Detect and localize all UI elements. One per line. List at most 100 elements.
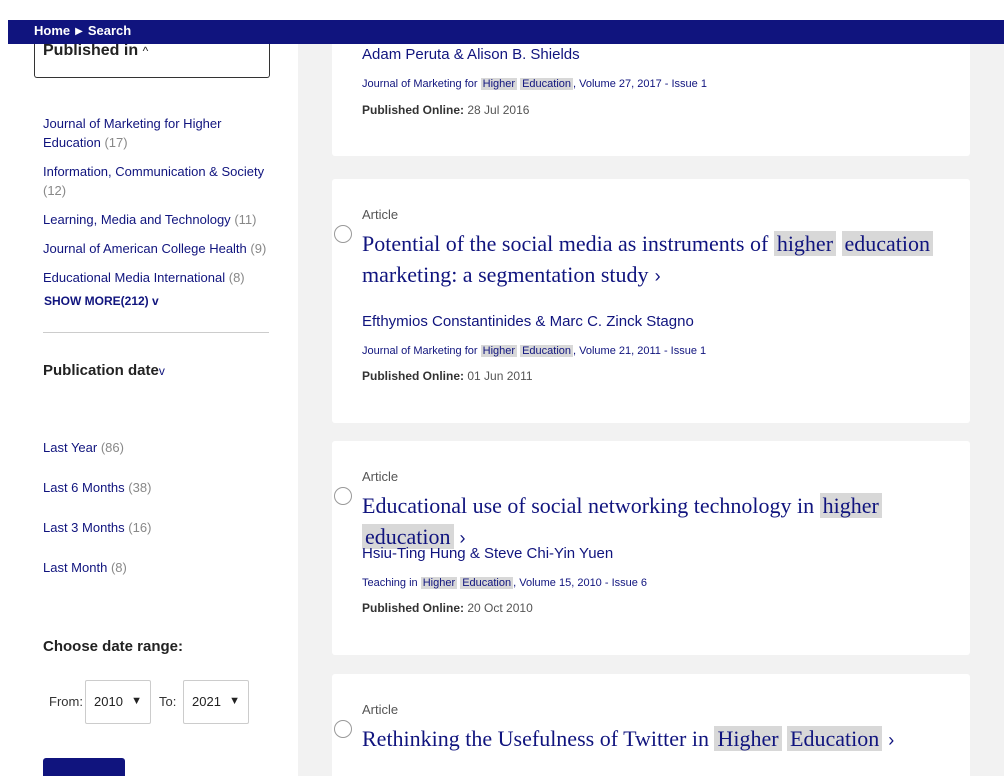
result-card: Article Educational use of social networ… [332,441,970,655]
title-highlight: Higher [714,726,782,751]
date-filter-count: (16) [128,520,152,535]
journal-name-part: Journal of Marketing for [362,78,481,90]
journal-highlight: Higher [480,345,518,357]
publication-date-heading: Publication date [43,362,159,379]
date-range-heading: Choose date range: [43,638,184,655]
select-result-radio[interactable] [334,487,352,505]
date-filter-last-3-months[interactable]: Last 3 Months (16) [43,520,151,535]
breadcrumb-current: Search [87,23,132,38]
result-title-link[interactable]: Potential of the social media as instrum… [362,228,962,292]
chevron-down-icon: ▼ [229,695,240,707]
journal-filter-count: (17) [104,135,128,150]
to-year-select[interactable]: 2021 ▼ [183,680,249,724]
journal-highlight: Education [520,78,574,90]
journal-filter-count: (11) [234,212,257,227]
result-authors[interactable]: Hsiu-Ting Hung & Steve Chi-Yin Yuen [362,545,613,562]
journal-filter-name: Journal of Marketing for Higher Educatio… [43,116,222,150]
title-highlight: higher [773,231,837,256]
date-range-controls: From: 2010 ▼ To: 2021 ▼ [43,680,283,724]
journal-filter-item[interactable]: Educational Media International (8) [43,268,273,287]
publication-date-toggle[interactable]: Publication datev [43,362,165,379]
journal-filter-count: (9) [250,241,267,256]
journal-name-part: Teaching in [362,577,421,589]
result-type: Article [362,469,399,484]
result-type: Article [362,207,399,222]
journal-filter-count: (8) [228,270,245,285]
journal-filter-item[interactable]: Journal of American College Health (9) [43,239,273,258]
date-filter-label: Last Month [43,560,108,575]
show-more-button[interactable]: SHOW MORE(212) v [44,294,159,308]
date-filter-last-month[interactable]: Last Month (8) [43,560,127,575]
breadcrumb-separator-icon: ▶ [75,26,83,37]
select-result-radio[interactable] [334,225,352,243]
journal-highlight: Education [460,577,514,589]
result-card: Article Rethinking the Usefulness of Twi… [332,674,970,776]
to-label: To: [159,694,177,709]
journal-issue: , Volume 21, 2011 - Issue 1 [573,345,707,357]
filter-sidebar: Published in ^ Journal of Marketing for … [8,40,298,776]
title-highlight: education [841,231,934,256]
title-text: Rethinking the Usefulness of Twitter in [362,726,715,751]
show-more-label: SHOW MORE(212) [44,294,149,308]
breadcrumb: Home ▶ Search [8,20,1004,44]
published-in-label: Published in [43,42,139,59]
chevron-right-icon: › [888,730,895,750]
published-date-value: 01 Jun 2011 [467,369,533,383]
search-results: Adam Peruta & Alison B. Shields Journal … [298,40,1004,776]
chevron-down-icon: ▼ [131,695,142,707]
result-journal[interactable]: Teaching in Higher Education, Volume 15,… [362,577,647,589]
result-published-date: Published Online: 28 Jul 2016 [362,103,529,117]
date-filter-label: Last 6 Months [43,480,125,495]
select-result-radio[interactable] [334,720,352,738]
from-year-select[interactable]: 2010 ▼ [85,680,151,724]
journal-name-part: Journal of Marketing for [362,345,481,357]
result-published-date: Published Online: 01 Jun 2011 [362,369,533,383]
journal-filter-name: Information, Communication & Society [43,164,265,179]
title-highlight: Education [787,726,883,751]
published-label: Published Online: [362,103,465,117]
journal-filter-name: Learning, Media and Technology [43,212,231,227]
journal-highlight: Higher [420,577,458,589]
chevron-down-icon: v [158,364,165,378]
published-date-value: 28 Jul 2016 [467,103,530,117]
published-in-heading: Published in ^ [43,42,148,60]
result-title-link[interactable]: Rethinking the Usefulness of Twitter in … [362,723,962,756]
result-card: Adam Peruta & Alison B. Shields Journal … [332,40,970,156]
date-filter-label: Last Year [43,440,98,455]
published-in-toggle[interactable]: Published in ^ [34,40,270,78]
chevron-up-icon: ^ [142,44,149,58]
journal-filter-item[interactable]: Information, Communication & Society (12… [43,162,273,200]
page-frame: Home ▶ Search Published in ^ Journal of Ma… [8,4,1004,776]
sidebar-divider [43,332,269,333]
journal-filter-count: (12) [43,183,67,198]
chevron-down-icon: v [152,294,159,308]
from-label: From: [49,694,83,709]
journal-highlight: Education [520,345,574,357]
result-card: Article Potential of the social media as… [332,179,970,423]
result-authors[interactable]: Adam Peruta & Alison B. Shields [362,46,580,63]
journal-highlight: Higher [480,78,518,90]
journal-filter-list: Journal of Marketing for Higher Educatio… [43,114,273,297]
date-filter-last-year[interactable]: Last Year (86) [43,440,124,455]
date-filter-last-6-months[interactable]: Last 6 Months (38) [43,480,151,495]
journal-filter-item[interactable]: Journal of Marketing for Higher Educatio… [43,114,273,152]
published-label: Published Online: [362,369,465,383]
to-year-value: 2021 [192,694,221,709]
title-text: marketing: a segmentation study [362,262,649,287]
result-published-date: Published Online: 20 Oct 2010 [362,601,533,615]
apply-date-range-button[interactable] [43,758,125,776]
result-journal[interactable]: Journal of Marketing for Higher Educatio… [362,78,707,90]
from-year-value: 2010 [94,694,123,709]
breadcrumb-home-link[interactable]: Home [34,23,70,38]
journal-filter-item[interactable]: Learning, Media and Technology (11) [43,210,273,229]
result-journal[interactable]: Journal of Marketing for Higher Educatio… [362,345,706,357]
journal-filter-name: Educational Media International [43,270,226,285]
date-filter-count: (38) [128,480,152,495]
chevron-right-icon: › [654,266,661,286]
published-date-value: 20 Oct 2010 [467,601,533,615]
result-type: Article [362,702,399,717]
title-text: Potential of the social media as instrum… [362,231,774,256]
journal-filter-name: Journal of American College Health [43,241,247,256]
result-authors[interactable]: Efthymios Constantinides & Marc C. Zinck… [362,313,694,330]
date-filter-label: Last 3 Months [43,520,125,535]
